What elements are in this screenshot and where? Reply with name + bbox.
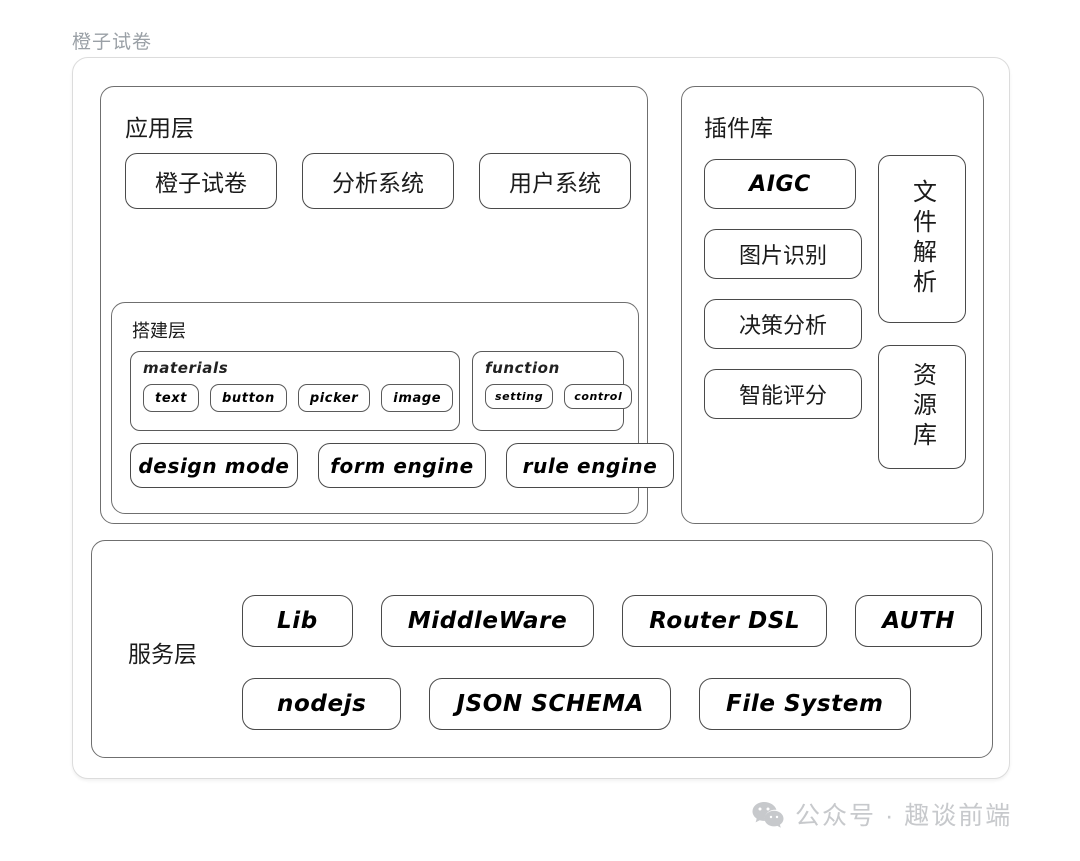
plugin-left-column: AIGC 图片识别 决策分析 智能评分 <box>704 159 862 419</box>
plugin-library-title: 插件库 <box>704 115 773 141</box>
app-chip-user-system[interactable]: 用户系统 <box>479 153 631 209</box>
plugin-chip-file-parsing[interactable]: 文件解析 <box>878 155 966 323</box>
function-group: function setting control <box>472 351 633 431</box>
plugin-chip-decision-analysis[interactable]: 决策分析 <box>704 299 862 349</box>
plugin-chip-smart-scoring[interactable]: 智能评分 <box>704 369 862 419</box>
material-chip-image[interactable]: image <box>381 384 454 412</box>
function-chip-setting[interactable]: setting <box>485 384 554 409</box>
plugin-library-box: 插件库 AIGC 图片识别 决策分析 智能评分 文件解析 资源库 <box>681 86 984 524</box>
build-layer-title: 搭建层 <box>132 321 186 341</box>
service-chip-file-system[interactable]: File System <box>699 678 911 730</box>
service-chip-lib[interactable]: Lib <box>242 595 353 647</box>
plugin-chip-aigc[interactable]: AIGC <box>704 159 856 209</box>
material-chip-text[interactable]: text <box>143 384 200 412</box>
material-chip-button[interactable]: button <box>210 384 287 412</box>
function-chip-row: setting control <box>485 384 633 409</box>
function-chip-control[interactable]: control <box>564 384 633 409</box>
materials-chip-row: text button picker image <box>143 384 454 412</box>
application-layer-title: 应用层 <box>125 115 194 141</box>
plugin-right-column: 文件解析 资源库 <box>878 155 966 469</box>
materials-label: materials <box>143 359 229 377</box>
app-chip-analysis-system[interactable]: 分析系统 <box>302 153 454 209</box>
watermark-text: 公众号 · 趣谈前端 <box>795 802 1013 830</box>
engine-chip-design-mode[interactable]: design mode <box>130 443 298 488</box>
engine-chip-form-engine[interactable]: form engine <box>318 443 486 488</box>
plugin-chip-resource-library[interactable]: 资源库 <box>878 345 966 469</box>
watermark: 公众号 · 趣谈前端 <box>752 796 1012 832</box>
engine-chip-row: design mode form engine rule engine <box>130 443 674 488</box>
service-chip-middleware[interactable]: MiddleWare <box>380 595 595 647</box>
service-layer-title: 服务层 <box>128 641 197 667</box>
materials-group: materials text button picker image <box>130 351 460 431</box>
build-layer-box: 搭建层 materials text button picker image f… <box>111 302 674 514</box>
application-chip-row: 橙子试卷 分析系统 用户系统 <box>125 153 631 209</box>
service-chip-nodejs[interactable]: nodejs <box>242 678 402 730</box>
function-label: function <box>485 359 560 377</box>
material-chip-picker[interactable]: picker <box>297 384 371 412</box>
service-chip-json-schema[interactable]: JSON SCHEMA <box>429 678 672 730</box>
architecture-outer-frame: 应用层 橙子试卷 分析系统 用户系统 搭建层 materials text bu… <box>72 57 1010 779</box>
service-row-primary: Lib MiddleWare Router DSL AUTH <box>242 595 983 647</box>
page-title: 橙子试卷 <box>72 32 153 53</box>
service-row-secondary: nodejs JSON SCHEMA File System <box>242 678 911 730</box>
plugin-chip-image-recognition[interactable]: 图片识别 <box>704 229 862 279</box>
app-chip-orange-exam[interactable]: 橙子试卷 <box>125 153 277 209</box>
diagram-canvas: 橙子试卷 应用层 橙子试卷 分析系统 用户系统 搭建层 materials te… <box>0 0 1080 861</box>
service-layer-box: 服务层 Lib MiddleWare Router DSL AUTH nodej… <box>91 540 993 758</box>
application-layer-box: 应用层 橙子试卷 分析系统 用户系统 搭建层 materials text bu… <box>100 86 674 524</box>
engine-chip-rule-engine[interactable]: rule engine <box>506 443 674 488</box>
service-chip-auth[interactable]: AUTH <box>855 595 983 647</box>
wechat-icon <box>752 801 784 828</box>
service-chip-router-dsl[interactable]: Router DSL <box>622 595 828 647</box>
